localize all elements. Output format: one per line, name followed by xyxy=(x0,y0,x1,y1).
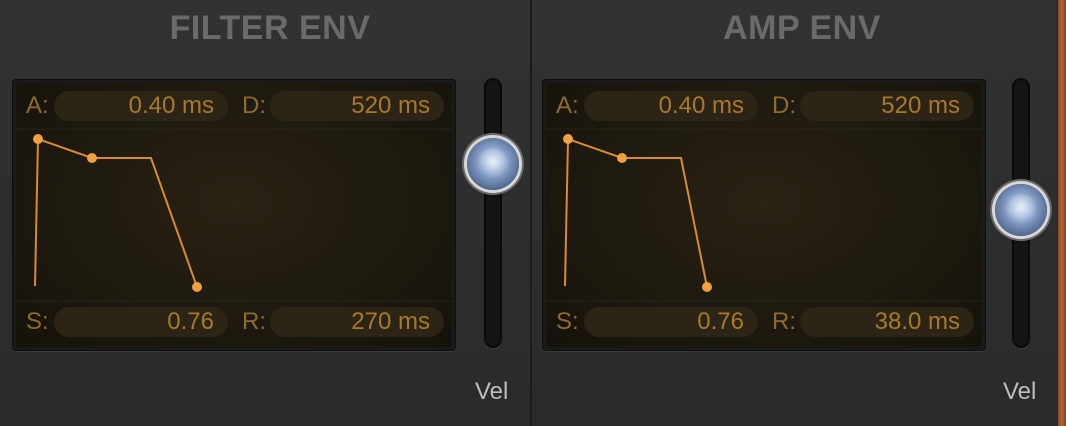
filter-decay-field[interactable]: 520 ms xyxy=(270,91,444,121)
amp-vel-label: Vel xyxy=(1003,378,1037,405)
filter-env-screen: A: 0.40 ms D: 520 ms S: 0.76 R: 270 ms xyxy=(16,83,452,347)
amp-env-screen: A: 0.40 ms D: 520 ms S: 0.76 R: 38.0 ms xyxy=(546,83,982,347)
amp-decay-field[interactable]: 520 ms xyxy=(800,91,974,121)
filter-env-curve xyxy=(34,137,198,288)
amp-env-curve xyxy=(564,137,708,288)
amp-sustain-label: S: xyxy=(556,308,579,335)
amp-env-title: AMP ENV xyxy=(723,9,881,47)
filter-vel-slider-track[interactable] xyxy=(484,78,502,348)
filter-release-field[interactable]: 270 ms xyxy=(270,307,444,337)
filter-sustain-label: S: xyxy=(26,308,49,335)
amp-env-decay-point xyxy=(617,153,627,163)
filter-env-panel: FILTER ENV A: 0.40 ms D: 520 ms S: 0.76 … xyxy=(0,0,532,426)
filter-vel-label: Vel xyxy=(475,378,509,405)
amp-attack-field[interactable]: 0.40 ms xyxy=(584,91,758,121)
filter-env-attack-point xyxy=(33,134,43,144)
filter-sustain-field[interactable]: 0.76 xyxy=(54,307,228,337)
filter-decay-label: D: xyxy=(242,92,266,119)
filter-env-display: A: 0.40 ms D: 520 ms S: 0.76 R: 270 ms xyxy=(12,79,456,351)
amp-release-field[interactable]: 38.0 ms xyxy=(800,307,974,337)
filter-attack-label: A: xyxy=(26,92,49,119)
amp-release-label: R: xyxy=(772,308,796,335)
amp-env-attack-point xyxy=(563,134,573,144)
filter-env-title: FILTER ENV xyxy=(169,9,371,47)
amp-env-release-point xyxy=(702,282,712,292)
amp-vel-slider-knob[interactable] xyxy=(995,184,1047,236)
filter-env-decay-point xyxy=(87,153,97,163)
wood-side-panel xyxy=(1056,0,1066,426)
amp-env-panel: AMP ENV A: 0.40 ms D: 520 ms S: 0.76 R: … xyxy=(532,0,1056,426)
amp-decay-label: D: xyxy=(772,92,796,119)
filter-attack-field[interactable]: 0.40 ms xyxy=(54,91,228,121)
amp-sustain-field[interactable]: 0.76 xyxy=(584,307,758,337)
filter-env-release-point xyxy=(192,282,202,292)
amp-attack-label: A: xyxy=(556,92,579,119)
filter-release-label: R: xyxy=(242,308,266,335)
amp-env-display: A: 0.40 ms D: 520 ms S: 0.76 R: 38.0 ms xyxy=(542,79,986,351)
filter-vel-slider-knob[interactable] xyxy=(467,138,519,190)
